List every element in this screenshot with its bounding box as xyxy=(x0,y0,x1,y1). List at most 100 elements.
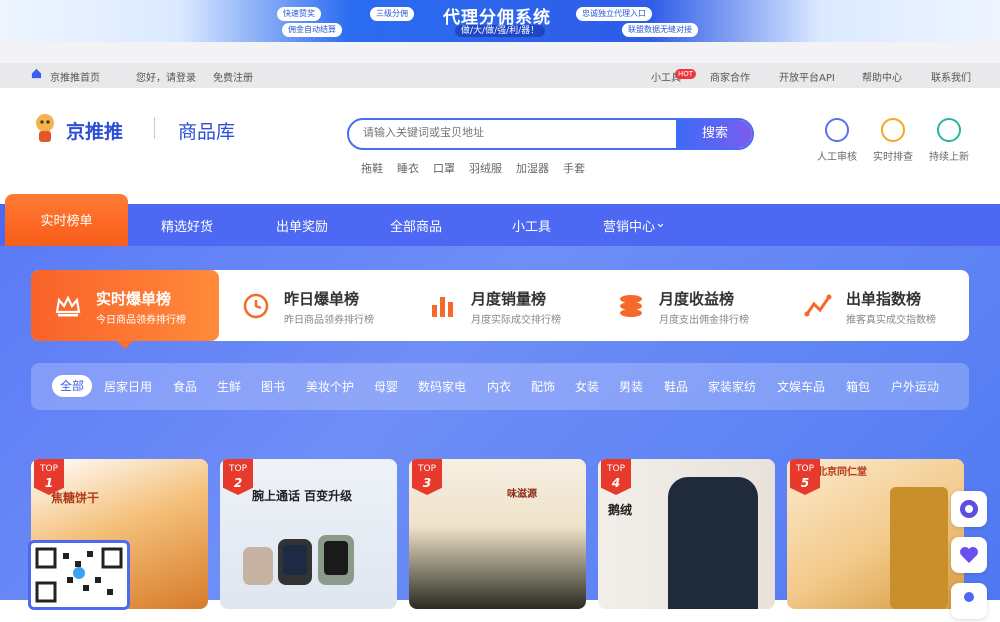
category-all[interactable]: 全部 xyxy=(52,375,92,397)
hot-word[interactable]: 口罩 xyxy=(433,162,455,175)
register-link[interactable]: 免费注册 xyxy=(213,69,253,84)
category-item[interactable]: 图书 xyxy=(261,378,285,395)
nav-item-marketing[interactable]: 营销中心 xyxy=(603,216,655,235)
nav-item-tools[interactable]: 小工具 xyxy=(512,216,551,235)
heart-icon xyxy=(960,547,978,563)
feature-label: 持续上新 xyxy=(929,152,969,163)
nav-item-realtime[interactable]: 实时榜单 xyxy=(5,194,128,246)
category-item[interactable]: 内衣 xyxy=(487,378,511,395)
chevron-down-icon[interactable]: ⌄ xyxy=(655,216,666,231)
product-caption: 焦糖饼干 xyxy=(51,491,100,505)
rank-subtitle: 推客真实成交指数榜 xyxy=(846,315,936,326)
api-link[interactable]: 开放平台API xyxy=(779,69,835,84)
product-card[interactable]: 鹅绒 TOP 4 xyxy=(598,459,775,609)
category-item[interactable]: 箱包 xyxy=(846,378,870,395)
nav-item-all[interactable]: 全部商品 xyxy=(390,216,442,235)
logo-divider xyxy=(154,117,155,139)
feature-label: 实时排查 xyxy=(873,152,913,163)
banner-subtitle: 做/大/做/强/利/器！ xyxy=(455,25,546,37)
category-item[interactable]: 美妆个护 xyxy=(306,378,354,395)
hot-badge: HOT xyxy=(675,69,697,79)
new-tag-icon xyxy=(937,118,961,142)
category-item[interactable]: 家装家纺 xyxy=(708,378,756,395)
more-icon xyxy=(964,592,974,602)
link-icon xyxy=(960,500,978,518)
category-item[interactable]: 女装 xyxy=(575,378,599,395)
rank-subtitle: 月度支出佣金排行榜 xyxy=(659,315,749,326)
banner-gap xyxy=(0,42,1000,63)
home-icon xyxy=(31,68,42,82)
tag-text: TOP xyxy=(417,464,436,474)
coins-icon xyxy=(617,292,645,320)
hot-word[interactable]: 手套 xyxy=(563,162,585,175)
contact-link[interactable]: 联系我们 xyxy=(931,69,971,84)
product-caption: 鹅绒 xyxy=(608,503,633,517)
banner-pill: 忠诚独立代理入口 xyxy=(576,7,652,21)
top-banner[interactable]: 快速赞奖 三级分佣 佣金自动结算 代理分佣系统 做/大/做/强/利/器！ 忠诚独… xyxy=(0,0,1000,42)
rank-tag: TOP 1 xyxy=(34,459,64,495)
feature-review[interactable]: 人工审核 xyxy=(807,118,867,163)
brand-name[interactable]: 京推推 xyxy=(66,117,123,144)
rank-title: 昨日爆单榜 xyxy=(284,290,360,308)
cooperation-link[interactable]: 商家合作 xyxy=(710,69,750,84)
hot-words: 拖鞋 睡衣 口罩 羽绒服 加湿器 手套 xyxy=(361,160,599,176)
rank-tag: TOP 5 xyxy=(790,459,820,495)
clock-icon xyxy=(242,292,270,320)
category-item[interactable]: 鞋品 xyxy=(664,378,688,395)
tag-text: TOP xyxy=(228,464,247,474)
library-title[interactable]: 商品库 xyxy=(178,117,235,144)
side-more-button[interactable] xyxy=(951,583,987,619)
category-item[interactable]: 户外运动 xyxy=(891,378,939,395)
category-item[interactable]: 居家日用 xyxy=(104,378,152,395)
product-card[interactable]: 北京同仁堂 TOP 5 xyxy=(787,459,964,609)
login-link[interactable]: 您好，请登录 xyxy=(136,69,196,84)
rank-title: 月度收益榜 xyxy=(659,290,735,308)
feature-label: 人工审核 xyxy=(817,152,857,163)
rank-title: 实时爆单榜 xyxy=(96,290,172,308)
banner-pill: 三级分佣 xyxy=(370,7,414,21)
help-link[interactable]: 帮助中心 xyxy=(862,69,902,84)
watch-image xyxy=(238,529,378,599)
category-item[interactable]: 男装 xyxy=(619,378,643,395)
tag-rank: 4 xyxy=(611,476,621,490)
bar-chart-icon xyxy=(429,292,457,320)
search-input[interactable] xyxy=(363,126,663,139)
side-favorite-button[interactable] xyxy=(951,537,987,573)
trend-icon xyxy=(804,292,832,320)
side-link-button[interactable] xyxy=(951,491,987,527)
tag-text: TOP xyxy=(606,464,625,474)
jar-image xyxy=(890,487,948,609)
hot-word[interactable]: 睡衣 xyxy=(397,162,419,175)
main-nav: 实时榜单 精选好货 出单奖励 全部商品 小工具 营销中心 ⌄ xyxy=(0,194,1000,246)
jacket-image xyxy=(668,477,758,609)
search-button[interactable]: 搜索 xyxy=(676,120,752,148)
crown-icon xyxy=(54,292,82,320)
product-caption: 味滋源 xyxy=(507,489,537,500)
tag-rank: 3 xyxy=(422,476,432,490)
mascot-logo-icon[interactable] xyxy=(33,113,57,143)
rank-title: 月度销量榜 xyxy=(471,290,547,308)
category-item[interactable]: 配饰 xyxy=(531,378,555,395)
product-card[interactable]: 味滋源 TOP 3 xyxy=(409,459,586,609)
rank-subtitle: 今日商品领券排行榜 xyxy=(96,315,186,326)
hot-word[interactable]: 加湿器 xyxy=(516,162,549,175)
hot-word[interactable]: 羽绒服 xyxy=(469,162,502,175)
category-item[interactable]: 数码家电 xyxy=(418,378,466,395)
category-item[interactable]: 母婴 xyxy=(374,378,398,395)
home-link[interactable]: 京推推首页 xyxy=(50,69,100,84)
feature-new[interactable]: 持续上新 xyxy=(919,118,979,163)
rank-tag: TOP 4 xyxy=(601,459,631,495)
rank-subtitle: 昨日商品领券排行榜 xyxy=(284,315,374,326)
nav-item-reward[interactable]: 出单奖励 xyxy=(276,216,328,235)
feature-check[interactable]: 实时排查 xyxy=(863,118,923,163)
product-card[interactable]: 腕上通话 百变升级 TOP 2 xyxy=(220,459,397,609)
hot-word[interactable]: 拖鞋 xyxy=(361,162,383,175)
category-item[interactable]: 食品 xyxy=(173,378,197,395)
nav-item-selected[interactable]: 精选好货 xyxy=(161,216,213,235)
rank-tag: TOP 2 xyxy=(223,459,253,495)
category-item[interactable]: 文娱车品 xyxy=(777,378,825,395)
tag-text: TOP xyxy=(795,464,814,474)
product-caption: 北京同仁堂 xyxy=(817,467,867,478)
category-item[interactable]: 生鲜 xyxy=(217,378,241,395)
search-check-icon xyxy=(881,118,905,142)
